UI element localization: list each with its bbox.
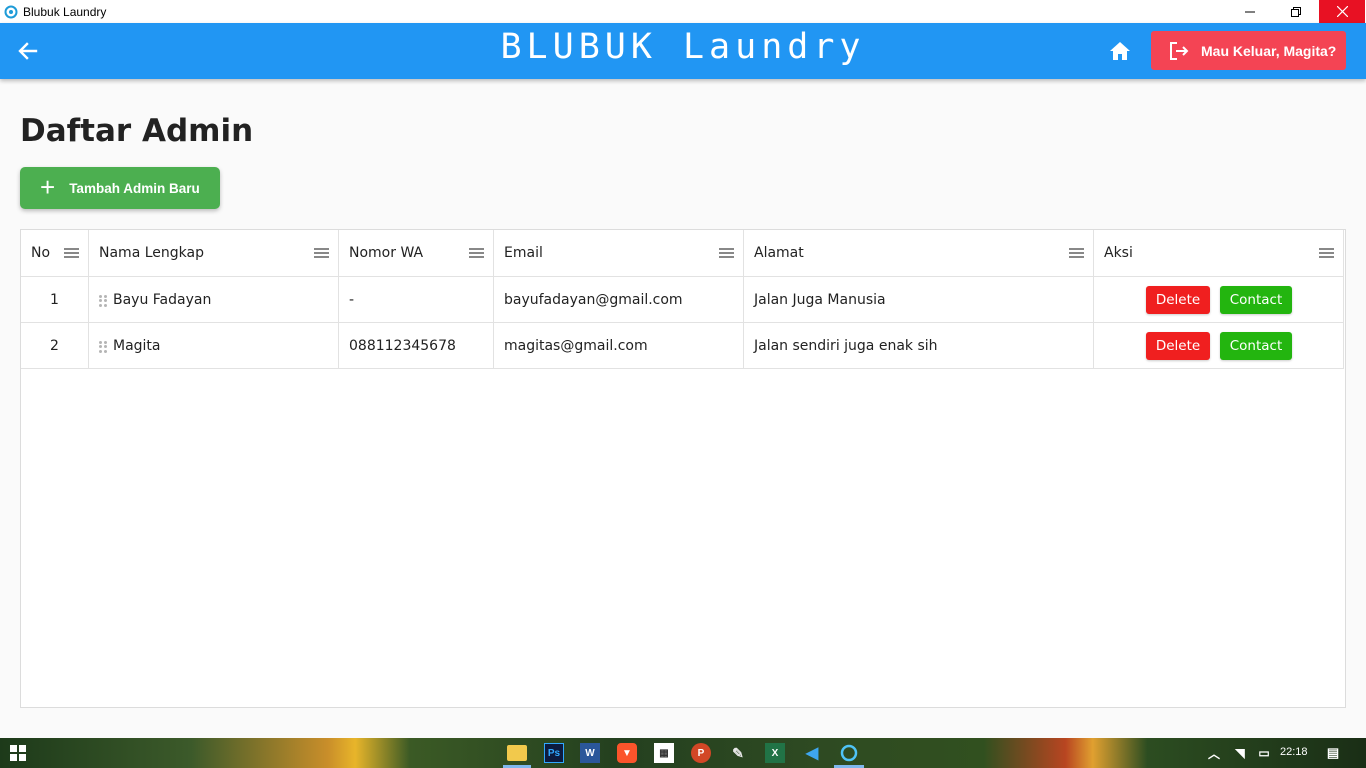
- cell-actions: Delete Contact: [1094, 277, 1344, 322]
- table-header-row: No Nama Lengkap Nomor WA Email Alamat Ak…: [21, 230, 1344, 277]
- cell-email: magitas@gmail.com: [494, 323, 744, 368]
- column-menu-icon[interactable]: [64, 248, 79, 258]
- column-header-aksi[interactable]: Aksi: [1094, 230, 1344, 276]
- add-admin-label: Tambah Admin Baru: [69, 180, 200, 196]
- column-header-nama[interactable]: Nama Lengkap: [89, 230, 339, 276]
- microsoft-store-icon[interactable]: ▦: [654, 743, 674, 763]
- contact-button[interactable]: Contact: [1220, 285, 1292, 314]
- cell-wa: 088112345678: [339, 323, 494, 368]
- column-menu-icon[interactable]: [1069, 248, 1084, 258]
- drag-handle-icon[interactable]: [99, 294, 107, 307]
- minimize-button[interactable]: [1227, 0, 1273, 23]
- column-header-no[interactable]: No: [21, 230, 89, 276]
- close-button[interactable]: [1319, 0, 1365, 23]
- window-titlebar: Blubuk Laundry: [0, 0, 1366, 23]
- column-menu-icon[interactable]: [719, 248, 734, 258]
- restore-icon: [1291, 6, 1301, 17]
- home-button[interactable]: [1107, 38, 1133, 64]
- brave-icon[interactable]: ▼: [617, 743, 637, 763]
- battery-icon[interactable]: ▭: [1254, 743, 1274, 763]
- page-title: Daftar Admin: [20, 113, 254, 149]
- clock[interactable]: 22:18: [1280, 746, 1308, 758]
- home-icon: [1110, 42, 1130, 60]
- app-logo-icon: [4, 5, 18, 18]
- column-menu-icon[interactable]: [469, 248, 484, 258]
- cell-actions: Delete Contact: [1094, 323, 1344, 368]
- restore-button[interactable]: [1273, 0, 1319, 23]
- file-explorer-icon[interactable]: [507, 745, 527, 761]
- chevron-up-icon[interactable]: ︿: [1204, 743, 1224, 763]
- cell-address: Jalan sendiri juga enak sih: [744, 323, 1094, 368]
- table-row: 2 Magita 088112345678 magitas@gmail.com …: [21, 323, 1344, 369]
- delete-button[interactable]: Delete: [1146, 331, 1210, 360]
- contact-button[interactable]: Contact: [1220, 331, 1292, 360]
- column-menu-icon[interactable]: [1319, 248, 1334, 258]
- logout-label: Mau Keluar, Magita?: [1201, 42, 1337, 59]
- drag-handle-icon[interactable]: [99, 340, 107, 353]
- column-header-wa[interactable]: Nomor WA: [339, 230, 494, 276]
- admin-table: No Nama Lengkap Nomor WA Email Alamat Ak…: [20, 229, 1346, 708]
- vscode-icon[interactable]: ◀: [802, 743, 822, 763]
- window-title: Blubuk Laundry: [23, 4, 107, 19]
- logout-button[interactable]: Mau Keluar, Magita?: [1151, 31, 1346, 70]
- excel-icon[interactable]: X: [765, 743, 785, 763]
- column-header-alamat[interactable]: Alamat: [744, 230, 1094, 276]
- word-icon[interactable]: W: [580, 743, 600, 763]
- app-bar: BLUBUK Laundry Mau Keluar, Magita?: [0, 23, 1366, 79]
- paint-icon[interactable]: ✎: [728, 743, 748, 763]
- delete-button[interactable]: Delete: [1146, 285, 1210, 314]
- logout-icon: [1170, 41, 1189, 60]
- notification-icon[interactable]: ▤: [1323, 743, 1343, 763]
- close-icon: [1336, 6, 1348, 17]
- table-row: 1 Bayu Fadayan - bayufadayan@gmail.com J…: [21, 277, 1344, 323]
- cell-wa: -: [339, 277, 494, 322]
- taskbar: Ps W ▼ ▦ P ✎ X ◀ ︿ ◥ ▭ 22:18 ▤: [0, 738, 1366, 768]
- flutter-app-icon[interactable]: [839, 743, 859, 763]
- add-admin-button[interactable]: + Tambah Admin Baru: [20, 167, 220, 209]
- cell-email: bayufadayan@gmail.com: [494, 277, 744, 322]
- wifi-icon[interactable]: ◥: [1230, 743, 1250, 763]
- minimize-icon: [1245, 11, 1255, 12]
- windows-start-icon[interactable]: [8, 743, 28, 763]
- powerpoint-icon[interactable]: P: [691, 743, 711, 763]
- cell-name: Bayu Fadayan: [89, 277, 339, 322]
- column-header-email[interactable]: Email: [494, 230, 744, 276]
- cell-no: 1: [21, 277, 89, 322]
- cell-address: Jalan Juga Manusia: [744, 277, 1094, 322]
- cell-no: 2: [21, 323, 89, 368]
- photoshop-icon[interactable]: Ps: [544, 743, 564, 763]
- cell-name: Magita: [89, 323, 339, 368]
- column-menu-icon[interactable]: [314, 248, 329, 258]
- plus-icon: +: [40, 171, 56, 202]
